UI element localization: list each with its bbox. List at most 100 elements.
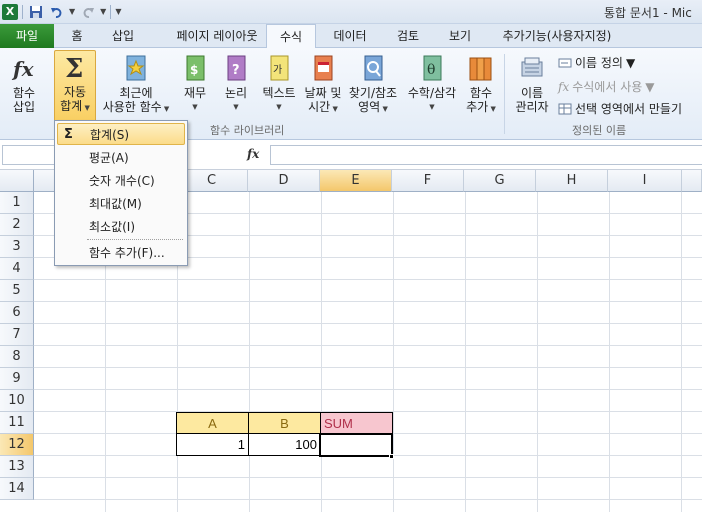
column-header-d[interactable]: D — [248, 170, 320, 192]
logical-book-icon: ? — [221, 52, 251, 84]
row-header-7[interactable]: 7 — [0, 324, 34, 346]
svg-text:가: 가 — [273, 64, 282, 76]
define-name-button[interactable]: 이름 정의 ▼ — [558, 54, 635, 71]
redo-dropdown-icon[interactable]: ▼ — [100, 7, 106, 16]
financial-button[interactable]: $ 재무 ▼ — [178, 52, 212, 114]
qat-separator — [110, 4, 112, 19]
customize-qat-icon[interactable]: ▼ — [115, 7, 121, 16]
row-header-10[interactable]: 10 — [0, 390, 34, 412]
row-header-4[interactable]: 4 — [0, 258, 34, 280]
theta-book-icon: θ — [417, 52, 447, 84]
recently-used-button[interactable]: 최근에 사용한 함수 ▼ — [98, 52, 174, 116]
row-header-6[interactable]: 6 — [0, 302, 34, 324]
insert-function-button[interactable]: fx 함수 삽입 — [4, 52, 44, 114]
chevron-down-icon: ▼ — [233, 103, 239, 111]
svg-text:?: ? — [232, 63, 240, 78]
cell-c12[interactable]: 1 — [176, 433, 249, 456]
tab-home[interactable]: 홈 — [64, 24, 90, 48]
fx-icon[interactable]: fx — [247, 147, 259, 161]
text-book-icon: 가 — [264, 52, 294, 84]
tag-icon — [558, 58, 572, 67]
fx-small-icon: fx — [558, 79, 570, 94]
row-header-12[interactable]: 12 — [0, 434, 34, 456]
ribbon-tabs: 파일 홈 삽입 페이지 레이아웃 수식 데이터 검토 보기 추가기능(사용자지정… — [0, 24, 702, 49]
use-in-formula-button[interactable]: fx 수식에서 사용 ▼ — [558, 78, 655, 95]
formula-input[interactable] — [270, 145, 702, 165]
text-button[interactable]: 가 텍스트 ▼ — [258, 52, 300, 114]
undo-dropdown-icon[interactable]: ▼ — [69, 7, 75, 16]
column-header-g[interactable]: G — [464, 170, 536, 192]
calendar-book-icon — [308, 52, 338, 84]
chevron-down-icon: ▼ — [330, 105, 338, 113]
tab-add-ins[interactable]: 추가기능(사용자지정) — [494, 24, 620, 48]
chevron-down-icon: ▼ — [161, 105, 170, 113]
row-header-3[interactable]: 3 — [0, 236, 34, 258]
autosum-menu: Σ 합계(S) 평균(A) 숫자 개수(C) 최대값(M) 최소값(I) 함수 … — [54, 120, 188, 266]
chevron-down-icon: ▼ — [276, 103, 282, 111]
row-header-14[interactable]: 14 — [0, 478, 34, 500]
date-time-button[interactable]: 날짜 및 시간 ▼ — [302, 52, 344, 116]
title-bar: X ▼ ▼ ▼ 통합 문서1 - Mic — [0, 0, 702, 24]
row-header-1[interactable]: 1 — [0, 192, 34, 214]
excel-app-icon[interactable]: X — [2, 3, 18, 20]
tab-file[interactable]: 파일 — [0, 24, 54, 48]
logical-button[interactable]: ? 논리 ▼ — [218, 52, 254, 114]
menu-item-max[interactable]: 최대값(M) — [57, 193, 185, 215]
svg-text:θ: θ — [427, 62, 435, 78]
name-manager-button[interactable]: 이름 관리자 — [510, 52, 554, 114]
column-header-j[interactable] — [682, 170, 702, 192]
menu-item-average[interactable]: 평균(A) — [57, 147, 185, 169]
tab-view[interactable]: 보기 — [440, 24, 480, 48]
cell-e11[interactable]: SUM — [320, 412, 393, 434]
save-icon[interactable] — [27, 3, 44, 20]
column-header-i[interactable]: I — [608, 170, 682, 192]
qat-separator — [22, 4, 23, 19]
svg-text:fx: fx — [11, 57, 35, 81]
cell-e12-active[interactable] — [319, 433, 393, 457]
tab-data[interactable]: 데이터 — [326, 24, 374, 48]
fill-handle[interactable] — [389, 454, 394, 459]
chevron-down-icon: ▼ — [625, 55, 636, 70]
create-from-selection-button[interactable]: 선택 영역에서 만들기 — [558, 100, 682, 117]
row-header-2[interactable]: 2 — [0, 214, 34, 236]
cell-c11[interactable]: A — [176, 412, 249, 434]
menu-item-min[interactable]: 최소값(I) — [57, 216, 185, 238]
lookup-reference-button[interactable]: 찾기/참조 영역 ▼ — [344, 52, 402, 116]
group-label-defined-names: 정의된 이름 — [572, 124, 627, 137]
quick-access-toolbar: X ▼ ▼ ▼ — [2, 3, 121, 20]
tab-insert[interactable]: 삽입 — [104, 24, 142, 48]
tab-page-layout[interactable]: 페이지 레이아웃 — [158, 24, 276, 48]
row-header-13[interactable]: 13 — [0, 456, 34, 478]
svg-text:Σ: Σ — [65, 54, 83, 83]
cell-d11[interactable]: B — [248, 412, 321, 434]
row-header-9[interactable]: 9 — [0, 368, 34, 390]
grid-selection-icon — [558, 103, 572, 114]
row-header-8[interactable]: 8 — [0, 346, 34, 368]
autosum-button[interactable]: Σ 자동 합계 ▼ — [54, 50, 96, 122]
star-book-icon — [121, 52, 151, 84]
window-title: 통합 문서1 - Mic — [604, 6, 692, 20]
menu-separator — [87, 239, 183, 240]
menu-item-sum[interactable]: Σ 합계(S) — [57, 123, 185, 145]
name-manager-icon — [517, 52, 547, 84]
math-trig-button[interactable]: θ 수학/삼각 ▼ — [404, 52, 460, 114]
row-header-11[interactable]: 11 — [0, 412, 34, 434]
column-header-f[interactable]: F — [392, 170, 464, 192]
redo-icon[interactable] — [79, 3, 96, 20]
cell-d12[interactable]: 100 — [248, 433, 321, 456]
menu-item-count[interactable]: 숫자 개수(C) — [57, 170, 185, 192]
chevron-down-icon: ▼ — [380, 105, 388, 113]
row-header-5[interactable]: 5 — [0, 280, 34, 302]
undo-icon[interactable] — [48, 3, 65, 20]
column-header-h[interactable]: H — [536, 170, 608, 192]
group-separator — [504, 54, 505, 134]
select-all-corner[interactable] — [0, 170, 34, 192]
column-header-e[interactable]: E — [320, 170, 392, 192]
magnifier-book-icon — [358, 52, 388, 84]
tab-formulas[interactable]: 수식 — [266, 24, 316, 49]
chevron-down-icon: ▼ — [192, 103, 198, 111]
more-functions-button[interactable]: 함수 추가 ▼ — [462, 52, 500, 116]
tab-review[interactable]: 검토 — [386, 24, 430, 48]
books-stack-icon — [466, 52, 496, 84]
menu-item-more-functions[interactable]: 함수 추가(F)... — [57, 242, 185, 264]
